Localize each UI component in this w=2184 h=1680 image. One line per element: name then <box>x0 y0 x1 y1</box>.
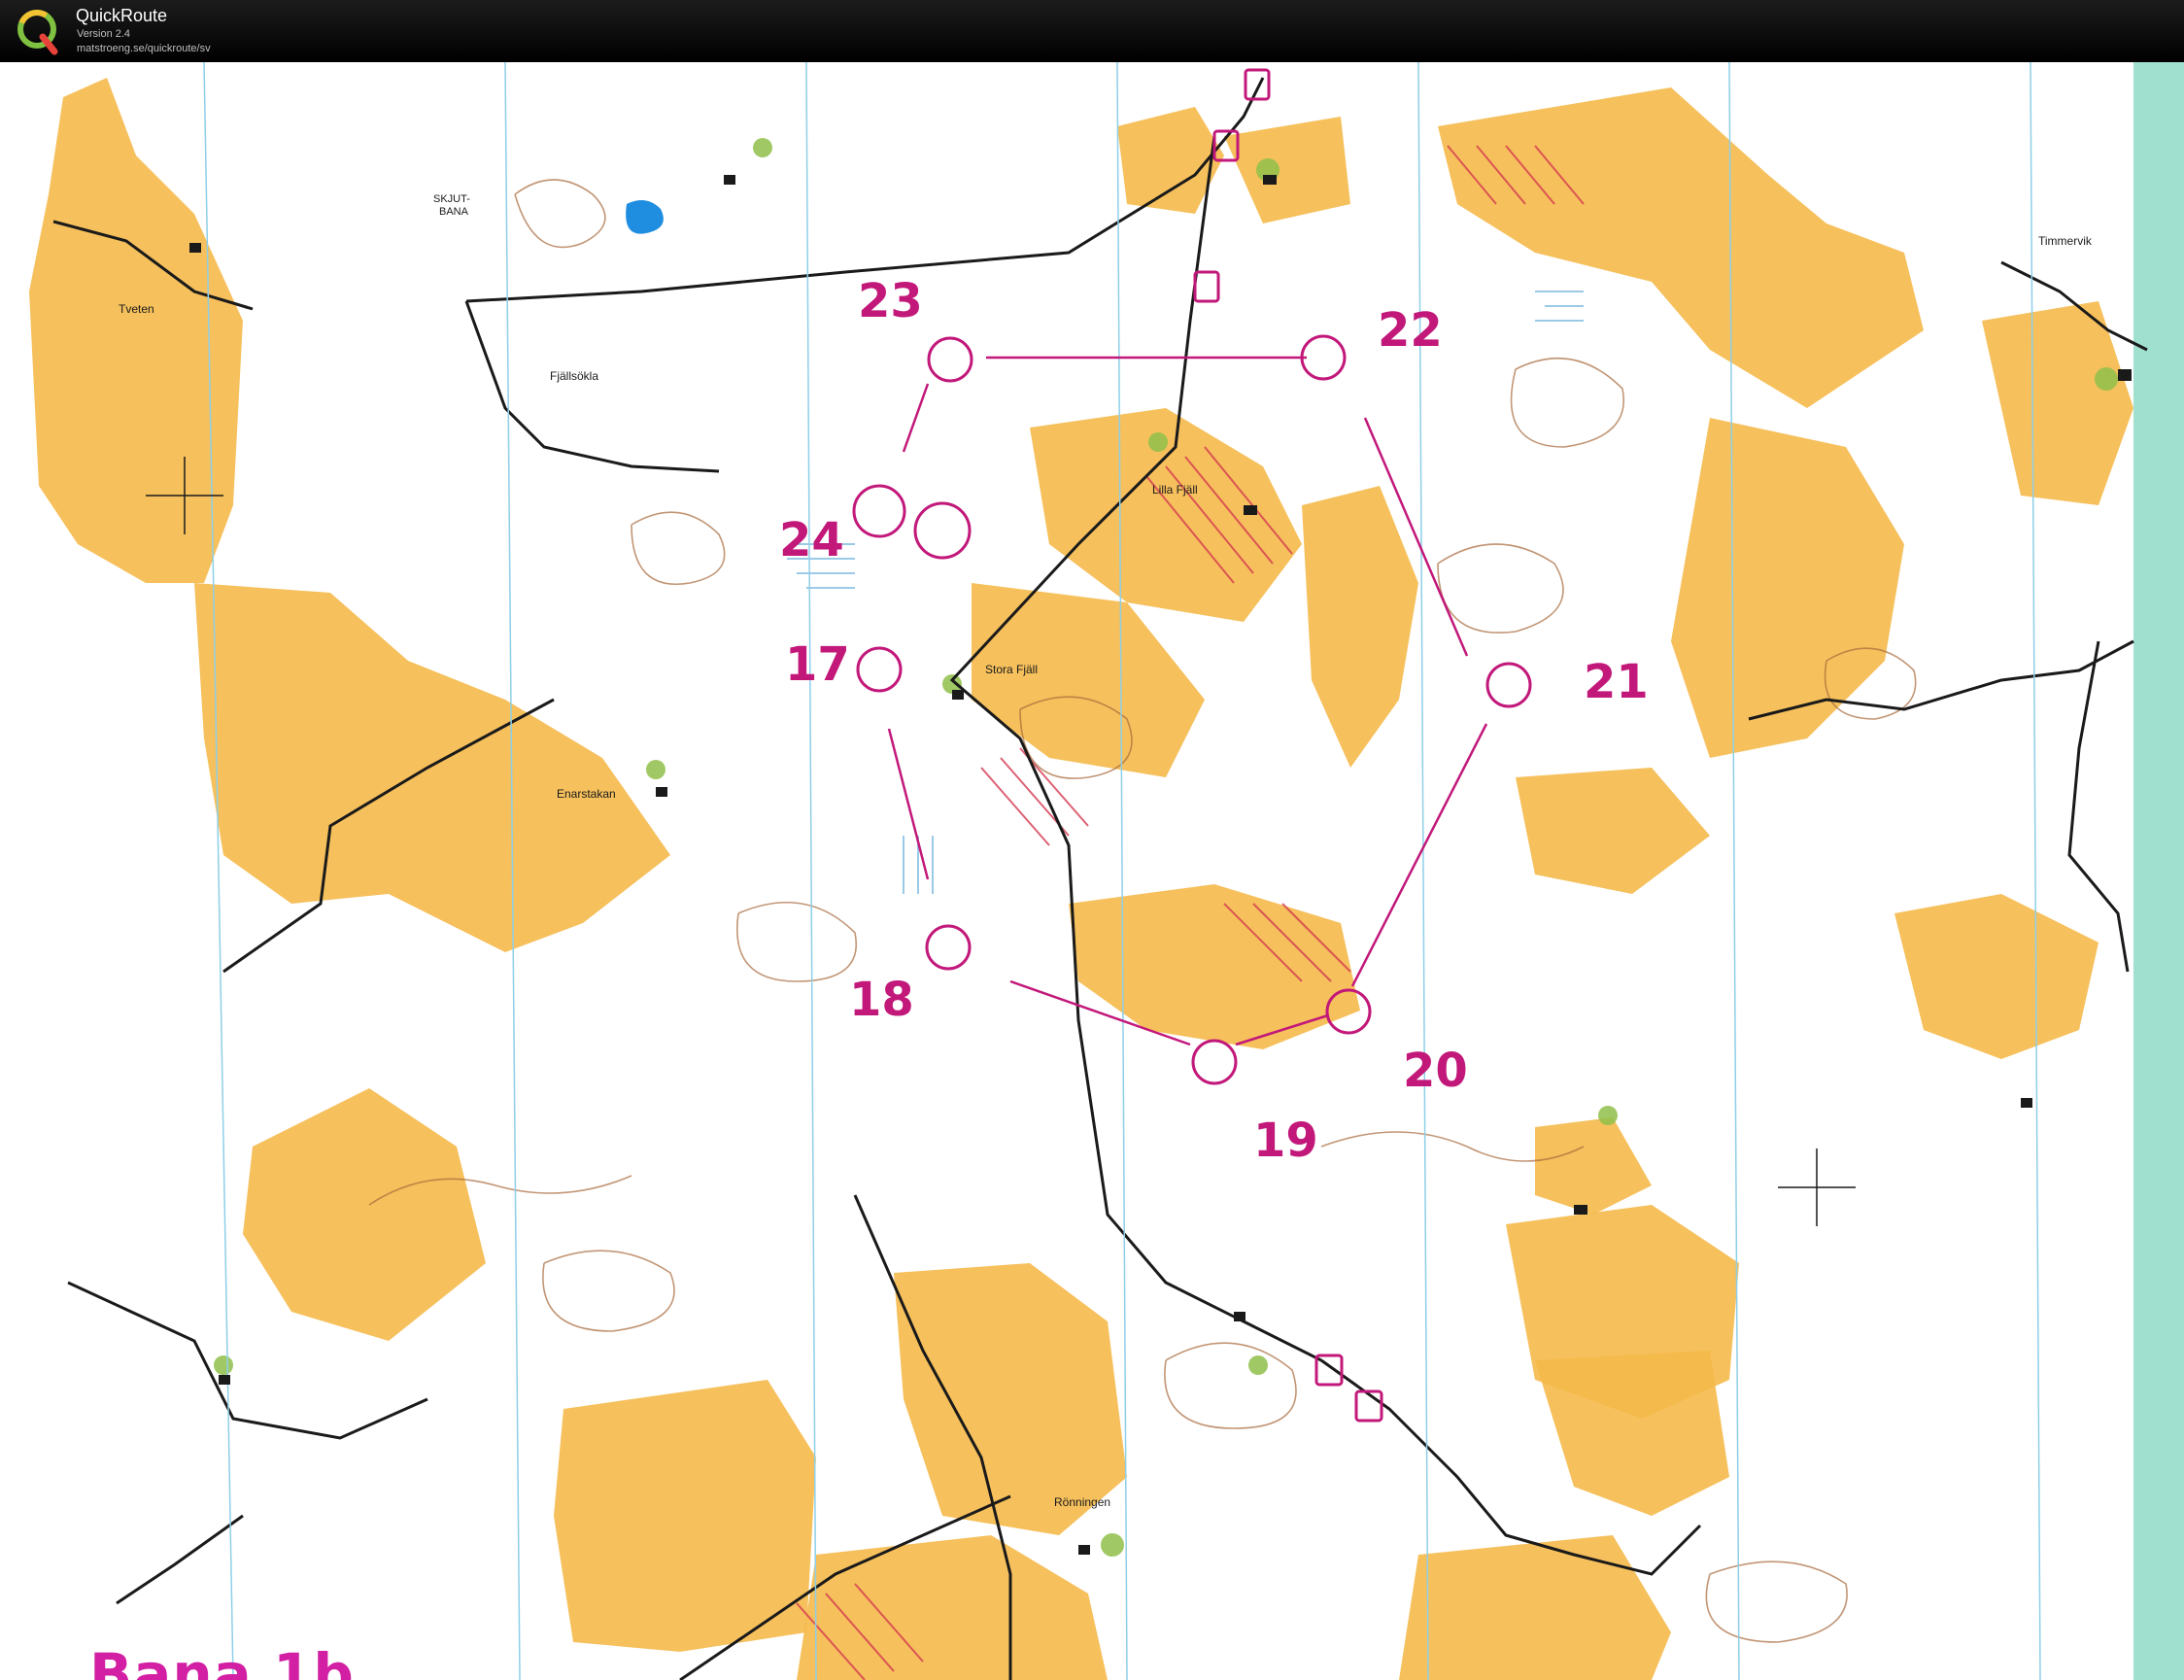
label-tveten: Tveten <box>119 302 154 316</box>
map-viewport[interactable]: Tveten SKJUT- BANA Fjällsökla Lilla Fjäl… <box>0 62 2184 1680</box>
orienteering-map[interactable]: Tveten SKJUT- BANA Fjällsökla Lilla Fjäl… <box>0 62 2184 1680</box>
quickroute-q-logo-icon <box>17 10 58 55</box>
green-patch-3 <box>1148 432 1168 452</box>
building-4 <box>1244 505 1257 515</box>
label-timmervik: Timmervik <box>2038 234 2093 248</box>
green-patch-9 <box>1101 1533 1124 1557</box>
title-bar: QuickRoute Version 2.4 matstroeng.se/qui… <box>0 0 2184 62</box>
label-skjutbana-1: SKJUT- <box>433 193 470 205</box>
field-south-large <box>554 1380 816 1652</box>
building-5 <box>952 690 964 700</box>
control-number-17: 17 <box>785 637 850 692</box>
map-edge-strip <box>2133 62 2184 1680</box>
building-2 <box>724 175 735 185</box>
green-patch-8 <box>1248 1355 1268 1375</box>
control-number-19: 19 <box>1253 1114 1318 1168</box>
building-1 <box>189 243 201 253</box>
building-11 <box>219 1375 230 1385</box>
label-enarstakan: Enarstakan <box>557 787 616 801</box>
app-title: QuickRoute <box>76 6 168 25</box>
green-patch-7 <box>1598 1106 1618 1125</box>
label-ronningen: Rönningen <box>1054 1495 1110 1509</box>
control-number-18: 18 <box>849 973 914 1027</box>
building-7 <box>2118 369 2132 381</box>
control-number-21: 21 <box>1584 655 1649 709</box>
label-skjutbana-2: BANA <box>439 206 469 218</box>
building-3 <box>1263 175 1277 185</box>
label-stora-fjall: Stora Fjäll <box>985 663 1038 676</box>
control-number-23: 23 <box>858 274 923 328</box>
green-patch-1 <box>753 138 772 157</box>
app-version: Version 2.4 <box>77 28 131 40</box>
green-patch-5 <box>646 760 665 779</box>
app-url: matstroeng.se/quickroute/sv <box>77 43 211 54</box>
building-10 <box>1078 1545 1090 1555</box>
label-lilla-fjall: Lilla Fjäll <box>1152 483 1198 497</box>
control-number-22: 22 <box>1378 303 1443 358</box>
green-patch-6 <box>2095 367 2118 391</box>
course-title: Bana 1b <box>89 1641 355 1680</box>
green-patch-10 <box>214 1355 233 1375</box>
building-9 <box>1234 1312 1246 1321</box>
control-number-20: 20 <box>1403 1044 1468 1098</box>
control-number-24: 24 <box>779 513 844 567</box>
building-12 <box>2021 1098 2032 1108</box>
label-fjallsokla: Fjällsökla <box>550 369 598 383</box>
building-6 <box>656 787 667 797</box>
building-8 <box>1574 1205 1587 1215</box>
